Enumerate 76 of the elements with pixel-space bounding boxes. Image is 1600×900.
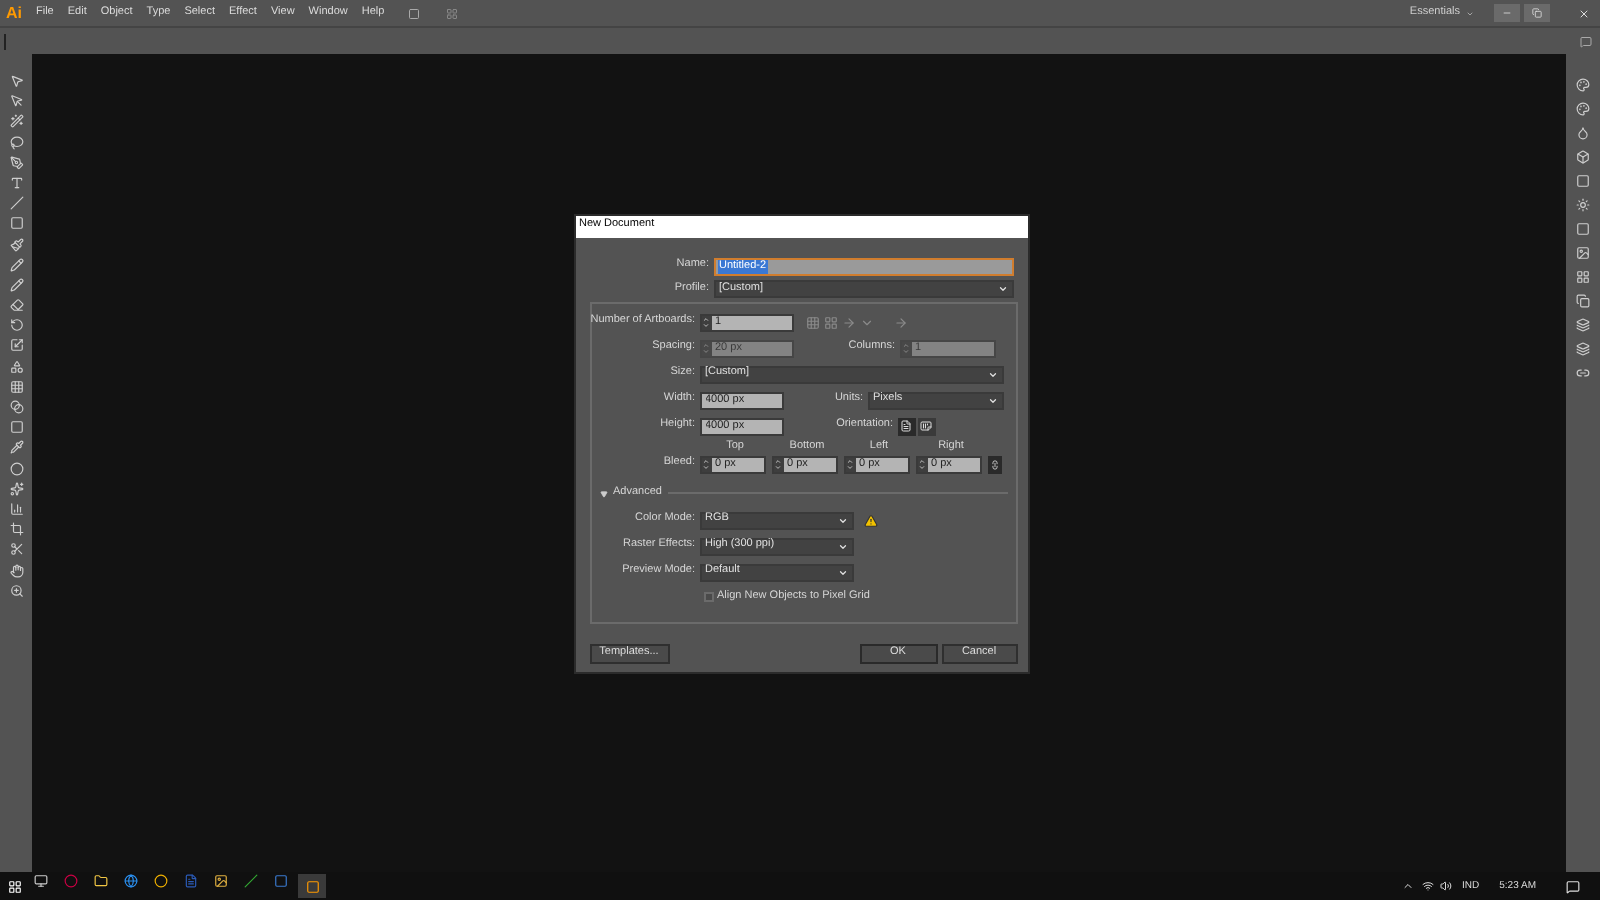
swatches-icon[interactable] — [1576, 102, 1590, 116]
landscape-button[interactable] — [917, 417, 935, 435]
type-icon[interactable] — [9, 175, 23, 190]
landscape-icon — [920, 420, 932, 432]
caret-icon — [997, 284, 1007, 294]
panel-icon[interactable] — [1580, 35, 1592, 47]
eraser-icon[interactable] — [9, 298, 23, 313]
shape-builder-icon[interactable] — [9, 359, 23, 374]
sun-icon[interactable] — [1576, 198, 1590, 212]
taskbar-active-app[interactable] — [298, 874, 326, 898]
cube-icon[interactable] — [1576, 150, 1590, 164]
notifications-icon[interactable] — [1566, 879, 1580, 893]
selection-icon[interactable] — [9, 74, 23, 88]
eyedropper-icon[interactable] — [9, 440, 23, 455]
down-icon — [918, 464, 926, 471]
rectangle-icon[interactable] — [9, 216, 23, 231]
up-icon — [846, 457, 854, 464]
hand-icon[interactable] — [9, 563, 23, 577]
app-window-icon — [305, 879, 319, 893]
square-icon[interactable] — [1576, 174, 1590, 188]
circle-app-icon[interactable] — [64, 874, 78, 888]
network-icon[interactable] — [1422, 880, 1435, 892]
tray-expand-icon[interactable] — [1402, 880, 1415, 892]
direct-selection-icon[interactable] — [9, 94, 23, 109]
copy-icon[interactable] — [1576, 294, 1590, 308]
scale-icon[interactable] — [9, 338, 23, 353]
magic-wand-icon[interactable] — [9, 114, 23, 129]
mesh-icon[interactable] — [9, 379, 23, 394]
close-icon — [1577, 7, 1589, 19]
start-icon[interactable] — [8, 879, 22, 893]
blend-icon[interactable] — [9, 400, 23, 414]
slash-app-icon[interactable] — [244, 874, 258, 888]
caret-icon — [987, 395, 997, 405]
link-icon — [989, 459, 999, 469]
link-button[interactable] — [987, 455, 1001, 473]
lasso-icon[interactable] — [9, 135, 23, 150]
caret-icon — [837, 541, 847, 551]
caret-icon — [837, 567, 847, 577]
restore-icon — [1532, 8, 1542, 18]
photo-app-icon[interactable] — [214, 874, 228, 888]
down-icon — [846, 464, 854, 471]
image-icon[interactable] — [1576, 246, 1590, 260]
caret-icon — [987, 369, 997, 379]
volume-icon[interactable] — [1440, 880, 1453, 892]
up-icon — [702, 315, 710, 322]
pencil-icon[interactable] — [9, 257, 23, 272]
down-icon — [774, 464, 782, 471]
graph-icon[interactable] — [9, 501, 23, 516]
link-icon[interactable] — [1576, 366, 1590, 380]
zoom-icon[interactable] — [9, 583, 23, 598]
caret-icon — [837, 515, 847, 525]
globe-icon[interactable] — [124, 874, 138, 888]
layers-icon[interactable] — [1576, 318, 1590, 332]
palette-icon[interactable] — [1576, 78, 1590, 92]
rotate-icon[interactable] — [9, 318, 23, 333]
disclosure-icon — [599, 489, 607, 497]
down-icon — [702, 322, 710, 329]
document-icon[interactable] — [184, 874, 198, 888]
checkbox[interactable] — [703, 592, 713, 602]
restore-button[interactable] — [1524, 4, 1550, 22]
brush-icon[interactable] — [9, 237, 23, 251]
portrait-button[interactable] — [897, 417, 915, 435]
up-icon — [702, 457, 710, 464]
up-icon — [774, 457, 782, 464]
down-icon — [702, 464, 710, 471]
minimize-icon — [1502, 8, 1512, 18]
droplet-icon[interactable] — [1576, 126, 1590, 140]
pen-icon[interactable] — [9, 155, 23, 170]
portrait-icon — [900, 420, 912, 432]
circle-icon[interactable] — [9, 461, 23, 476]
up-icon — [918, 457, 926, 464]
scissors-icon[interactable] — [9, 542, 23, 557]
app-logo: Ai — [6, 5, 22, 21]
folder-icon[interactable] — [94, 874, 108, 888]
line-icon[interactable] — [9, 196, 23, 211]
grid-icon[interactable] — [1576, 270, 1590, 284]
